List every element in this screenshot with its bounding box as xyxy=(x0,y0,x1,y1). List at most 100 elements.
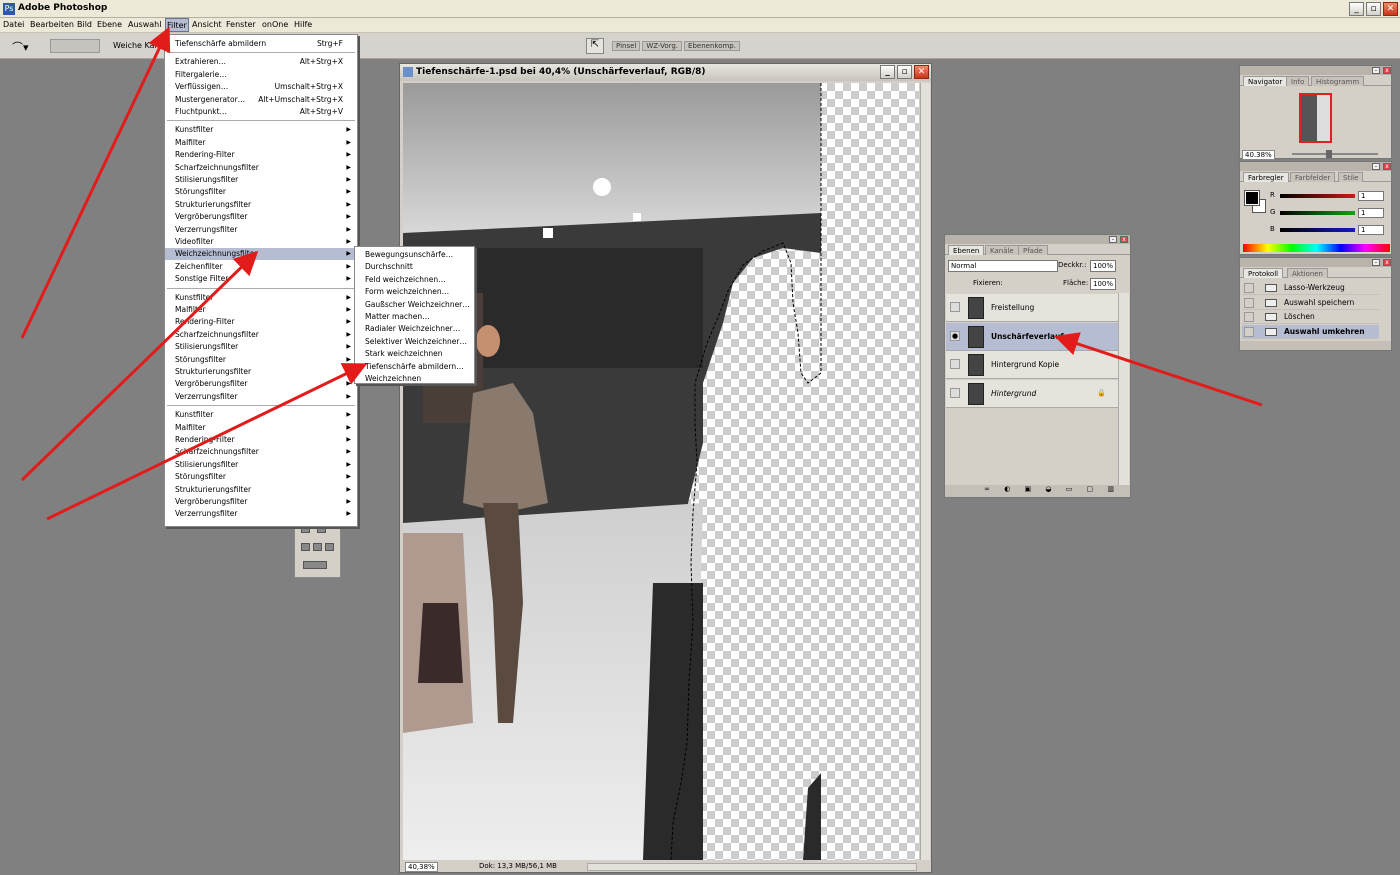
filter-menu-item[interactable]: Vergröberungsfilter ▶ xyxy=(165,211,357,223)
filter-menu-item[interactable]: Verflüssigen… Umschalt+Strg+X xyxy=(165,81,357,93)
filter-menu-item[interactable]: Störungsfilter ▶ xyxy=(165,354,357,366)
tool-icon[interactable] xyxy=(313,543,322,551)
tab-paths[interactable]: Pfade xyxy=(1018,245,1048,255)
opacity-field[interactable]: 100% xyxy=(1090,260,1116,272)
tool-icon[interactable] xyxy=(301,543,310,551)
tab-navigator[interactable]: Navigator xyxy=(1243,76,1288,86)
navigator-zoom-slider[interactable] xyxy=(1292,153,1378,155)
dock-tab-tool-presets[interactable]: WZ-Vorg. xyxy=(642,41,683,51)
jump-to-imageready-icon[interactable] xyxy=(303,561,327,569)
layer-row[interactable]: Hintergrund 🔒 xyxy=(946,379,1118,408)
blur-submenu-item[interactable]: Matter machen… xyxy=(355,311,474,323)
minimize-icon[interactable]: _ xyxy=(1349,2,1364,16)
close-icon[interactable]: ✕ xyxy=(1383,2,1398,16)
layers-footer-icons[interactable]: ∞ ◐ ▣ ◒ ▭ ▢ ▥ xyxy=(945,485,1130,497)
tab-history[interactable]: Protokoll xyxy=(1243,268,1284,278)
tab-histogram[interactable]: Histogramm xyxy=(1311,76,1365,86)
history-brush-checkbox[interactable] xyxy=(1244,283,1254,293)
filter-menu-item[interactable]: Fluchtpunkt… Alt+Strg+V xyxy=(165,106,357,118)
filter-menu-item[interactable]: Mustergenerator… Alt+Umschalt+Strg+X xyxy=(165,94,357,106)
blur-submenu-item[interactable]: Selektiver Weichzeichner… xyxy=(355,336,474,348)
channel-value-field[interactable]: 1 xyxy=(1358,191,1384,201)
blur-submenu-item[interactable]: Durchschnitt xyxy=(355,261,474,273)
filter-menu-item[interactable]: Stilisierungsfilter ▶ xyxy=(165,174,357,186)
menu-fenster[interactable]: Fenster xyxy=(226,20,256,29)
menu-auswahl[interactable]: Auswahl xyxy=(128,20,161,29)
panel-minimize-icon[interactable]: - xyxy=(1372,67,1380,74)
filter-menu-item[interactable]: Vergröberungsfilter ▶ xyxy=(165,496,357,508)
blur-submenu-item[interactable]: Feld weichzeichnen… xyxy=(355,274,474,286)
filter-menu-item[interactable]: Strukturierungsfilter ▶ xyxy=(165,484,357,496)
filter-menu-item[interactable]: Sonstige Filter ▶ xyxy=(165,273,357,285)
filter-menu-item[interactable]: Störungsfilter ▶ xyxy=(165,186,357,198)
filter-menu-item[interactable]: Videofilter ▶ xyxy=(165,236,357,248)
menu-ansicht[interactable]: Ansicht xyxy=(192,20,222,29)
blur-submenu-item[interactable]: Stark weichzeichnen xyxy=(355,348,474,360)
doc-close-icon[interactable]: ✕ xyxy=(914,65,929,79)
filter-menu-item[interactable]: Verzerrungsfilter ▶ xyxy=(165,391,357,403)
blur-submenu-item[interactable]: Weichzeichnen xyxy=(355,373,474,385)
tool-icon[interactable] xyxy=(325,543,334,551)
tab-actions[interactable]: Aktionen xyxy=(1287,268,1328,278)
panel-close-icon[interactable]: x xyxy=(1383,67,1391,74)
blur-submenu-item[interactable]: Gaußscher Weichzeichner… xyxy=(355,299,474,311)
tab-color[interactable]: Farbregler xyxy=(1243,172,1289,182)
history-state[interactable]: Lasso-Werkzeug xyxy=(1242,281,1379,295)
history-state[interactable]: Auswahl speichern xyxy=(1242,296,1379,310)
tab-layers[interactable]: Ebenen xyxy=(948,245,985,255)
layer-visibility-eye-icon[interactable]: ● xyxy=(950,330,960,341)
navigator-zoom-field[interactable]: 40.38% xyxy=(1242,150,1275,160)
blur-submenu-item[interactable]: Form weichzeichnen… xyxy=(355,286,474,298)
layers-scrollbar[interactable] xyxy=(1118,293,1129,485)
tab-info[interactable]: Info xyxy=(1286,76,1310,86)
navigator-thumbnail[interactable] xyxy=(1299,93,1332,143)
panel-minimize-icon[interactable]: - xyxy=(1372,163,1380,170)
history-state[interactable]: Auswahl umkehren xyxy=(1242,324,1379,339)
channel-value-field[interactable]: 1 xyxy=(1358,208,1384,218)
lasso-tool-icon[interactable]: ⌒▾ xyxy=(12,39,40,54)
filter-menu-item[interactable]: Malfilter ▶ xyxy=(165,422,357,434)
selection-mode-buttons[interactable] xyxy=(50,39,100,53)
filter-menu-item[interactable]: Rendering-Filter ▶ xyxy=(165,316,357,328)
menu-ebene[interactable]: Ebene xyxy=(97,20,122,29)
tab-styles[interactable]: Stile xyxy=(1338,172,1364,182)
filter-menu-item[interactable]: Tiefenschärfe abmildern Strg+F xyxy=(165,38,357,50)
blur-submenu-item[interactable]: Bewegungsunschärfe… xyxy=(355,249,474,261)
filter-menu-item[interactable]: Verzerrungsfilter ▶ xyxy=(165,508,357,520)
panel-close-icon[interactable]: x xyxy=(1383,163,1391,170)
palette-well-icon[interactable]: ⇱ xyxy=(586,38,604,54)
history-brush-checkbox[interactable] xyxy=(1244,326,1254,337)
dock-tab-layer-comps[interactable]: Ebenenkomp. xyxy=(684,41,740,51)
blend-mode-select[interactable]: Normal xyxy=(948,260,1058,272)
image-canvas[interactable] xyxy=(403,83,919,860)
color-spectrum-bar[interactable] xyxy=(1243,244,1390,252)
filter-menu-item[interactable]: Verzerrungsfilter ▶ xyxy=(165,224,357,236)
menu-hilfe[interactable]: Hilfe xyxy=(294,20,312,29)
panel-close-icon[interactable]: x xyxy=(1120,236,1128,243)
filter-menu-item[interactable]: Stilisierungsfilter ▶ xyxy=(165,459,357,471)
tab-channels[interactable]: Kanäle xyxy=(985,245,1019,255)
fill-field[interactable]: 100% xyxy=(1090,278,1116,290)
panel-close-icon[interactable]: x xyxy=(1383,259,1391,266)
filter-menu-item[interactable]: Scharfzeichnungsfilter ▶ xyxy=(165,446,357,458)
layer-visibility-eye-icon[interactable] xyxy=(950,359,960,369)
filter-menu-item[interactable]: Stilisierungsfilter ▶ xyxy=(165,341,357,353)
filter-menu-item[interactable]: Störungsfilter ▶ xyxy=(165,471,357,483)
blur-submenu-item[interactable]: Tiefenschärfe abmildern… xyxy=(355,361,474,373)
blur-submenu-item[interactable]: Radialer Weichzeichner… xyxy=(355,323,474,335)
tab-swatches[interactable]: Farbfelder xyxy=(1290,172,1336,182)
filter-menu-item[interactable]: Strukturierungsfilter ▶ xyxy=(165,366,357,378)
panel-minimize-icon[interactable]: - xyxy=(1372,259,1380,266)
layer-visibility-eye-icon[interactable] xyxy=(950,387,960,398)
channel-slider[interactable] xyxy=(1280,194,1355,198)
filter-menu-item[interactable]: Kunstfilter ▶ xyxy=(165,292,357,304)
filter-menu-item[interactable]: Weichzeichnungsfilter ▶ xyxy=(165,248,357,261)
doc-minimize-icon[interactable]: _ xyxy=(880,65,895,79)
menu-onone[interactable]: onOne xyxy=(262,20,288,29)
doc-maximize-icon[interactable]: ▫ xyxy=(897,65,912,79)
maximize-icon[interactable]: ▫ xyxy=(1366,2,1381,16)
document-horizontal-scrollbar[interactable] xyxy=(587,863,917,871)
filter-menu-item[interactable]: Malfilter ▶ xyxy=(165,137,357,149)
menu-datei[interactable]: Datei xyxy=(3,20,24,29)
layer-row[interactable]: Freistellung xyxy=(946,294,1118,322)
